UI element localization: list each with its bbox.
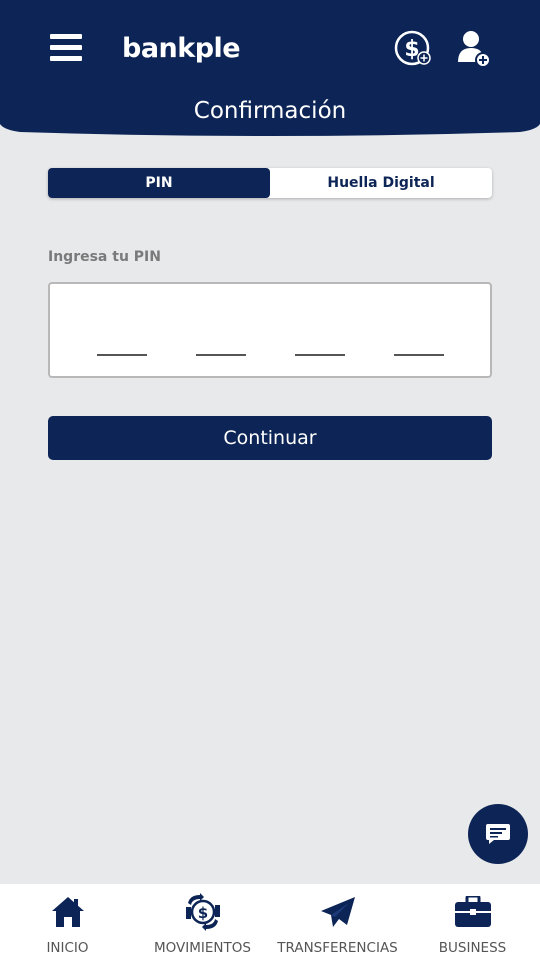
bottom-navigation: INICIO $ MOVIMIENTOS TRANSFERENCIAS BUSI… xyxy=(0,884,540,960)
page-title: Confirmación xyxy=(193,98,347,124)
continue-button[interactable]: Continuar xyxy=(48,416,492,460)
home-icon xyxy=(51,897,84,927)
dollar-add-icon[interactable]: $ xyxy=(394,30,434,68)
nav-label-inicio: INICIO xyxy=(46,940,89,956)
briefcase-icon xyxy=(454,896,491,927)
pin-digit-2[interactable] xyxy=(196,354,246,356)
nav-item-transferencias[interactable]: TRANSFERENCIAS xyxy=(270,884,405,960)
nav-label-transferencias: TRANSFERENCIAS xyxy=(277,940,398,956)
chat-button[interactable] xyxy=(468,804,528,864)
tab-pin[interactable]: PIN xyxy=(48,168,270,198)
chat-bubble-icon xyxy=(486,824,510,844)
nav-item-inicio[interactable]: INICIO xyxy=(0,884,135,960)
logo-text: bankple xyxy=(122,32,241,64)
pin-label: Ingresa tu PIN xyxy=(48,249,161,265)
nav-item-business[interactable]: BUSINESS xyxy=(405,884,540,960)
money-exchange-icon: $ xyxy=(185,893,220,931)
hamburger-menu-icon[interactable] xyxy=(50,34,82,62)
app-root: bankple $ Confirmación PIN Huella Digita… xyxy=(0,0,540,960)
nav-label-business: BUSINESS xyxy=(438,940,507,956)
pin-input-box[interactable] xyxy=(48,282,492,378)
paper-plane-icon xyxy=(320,897,355,927)
nav-item-movimientos[interactable]: $ MOVIMIENTOS xyxy=(135,884,270,960)
tab-huella-digital[interactable]: Huella Digital xyxy=(270,168,492,198)
pin-digit-1[interactable] xyxy=(97,354,147,356)
bankple-logo: bankple xyxy=(122,30,241,66)
svg-text:$: $ xyxy=(197,904,207,922)
auth-method-tabs: PIN Huella Digital xyxy=(48,168,492,198)
pin-digit-4[interactable] xyxy=(394,354,444,356)
user-add-icon[interactable] xyxy=(456,30,492,68)
header: bankple $ Confirmación xyxy=(0,0,540,137)
nav-label-movimientos: MOVIMIENTOS xyxy=(154,940,251,956)
pin-digit-3[interactable] xyxy=(295,354,345,356)
